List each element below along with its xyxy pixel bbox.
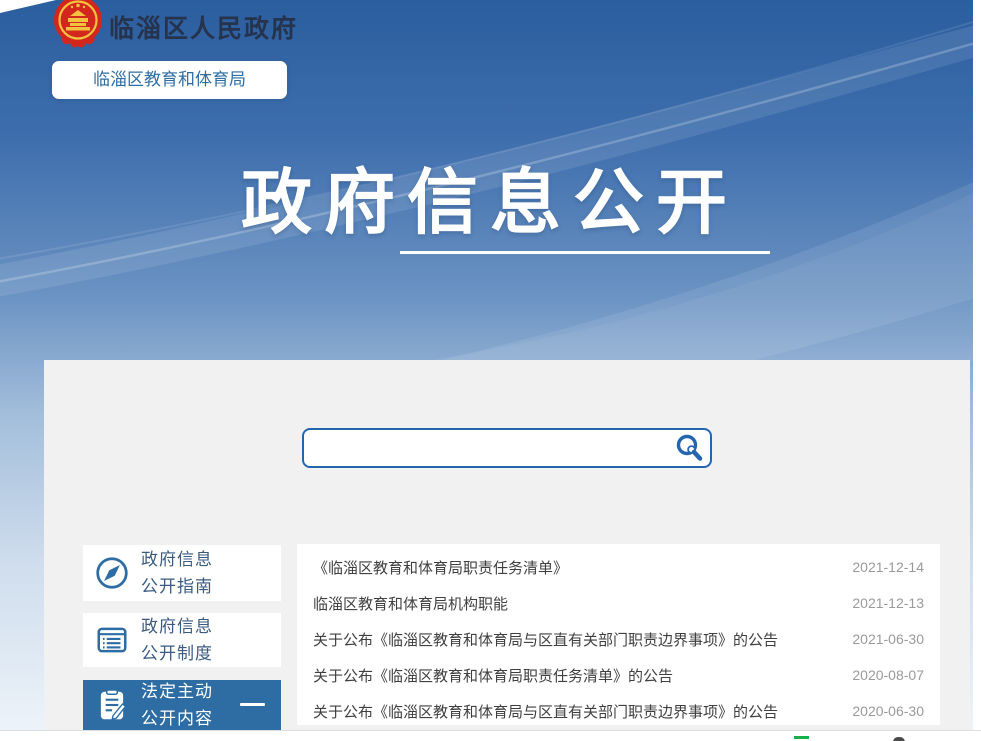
site-name: 临淄区人民政府: [109, 9, 298, 45]
list-item[interactable]: 临淄区教育和体育局机构职能 2021-12-13: [297, 585, 940, 621]
article-date: 2021-12-13: [852, 595, 924, 611]
article-date: 2021-06-30: [852, 631, 924, 647]
article-date: 2021-12-14: [852, 559, 924, 575]
article-link[interactable]: 关于公布《临淄区教育和体育局与区直有关部门职责边界事项》的公告: [313, 701, 840, 722]
sidebar-label-line: 政府信息: [141, 613, 213, 640]
banner-title: 政府信息公开: [180, 146, 800, 248]
list-item[interactable]: 关于公布《临淄区教育和体育局职责任务清单》的公告 2020-08-07: [297, 657, 940, 693]
banner-decoration: [0, 0, 56, 13]
search-input[interactable]: [314, 432, 664, 464]
sidebar-label-line: 公开内容: [141, 705, 213, 732]
page-right-gutter: [973, 0, 981, 741]
sidebar-item-statutory-disclosure[interactable]: 法定主动 公开内容: [83, 680, 281, 730]
site-logo-link[interactable]: 临淄区人民政府: [53, 0, 353, 52]
sidebar-label-line: 公开指南: [141, 573, 213, 600]
article-link[interactable]: 关于公布《临淄区教育和体育局职责任务清单》的公告: [313, 665, 840, 686]
national-emblem-icon: [53, 0, 103, 51]
article-link[interactable]: 《临淄区教育和体育局职责任务清单》: [313, 557, 840, 578]
list-item[interactable]: 关于公布《临淄区教育和体育局与区直有关部门职责边界事项》的公告 2021-06-…: [297, 621, 940, 657]
next-section-strip: [0, 730, 981, 741]
partial-dark-icon: [893, 737, 905, 741]
sidebar-item-gov-info-guide[interactable]: 政府信息 公开指南: [83, 545, 281, 601]
department-button[interactable]: 临淄区教育和体育局: [52, 61, 287, 99]
sidebar-label-line: 公开制度: [141, 640, 213, 667]
article-date: 2020-06-30: [852, 703, 924, 719]
search-button[interactable]: [672, 433, 706, 463]
article-list: 《临淄区教育和体育局职责任务清单》 2021-12-14 临淄区教育和体育局机构…: [297, 544, 940, 725]
document-rules-icon: [83, 622, 141, 658]
sidebar-label-line: 法定主动: [141, 678, 213, 705]
sidebar-item-gov-info-rules[interactable]: 政府信息 公开制度: [83, 613, 281, 667]
article-date: 2020-08-07: [852, 667, 924, 683]
page: 临淄区人民政府 临淄区教育和体育局 政府信息公开 政府信息 公开指南: [0, 0, 981, 741]
compass-icon: [83, 555, 141, 591]
search-icon: [674, 433, 704, 461]
partial-green-icon: [794, 736, 809, 739]
sidebar-label-line: 政府信息: [141, 546, 213, 573]
minus-icon[interactable]: [240, 703, 265, 706]
clipboard-pen-icon: [83, 687, 141, 723]
search-bar: [302, 428, 712, 468]
article-link[interactable]: 临淄区教育和体育局机构职能: [313, 593, 840, 614]
article-link[interactable]: 关于公布《临淄区教育和体育局与区直有关部门职责边界事项》的公告: [313, 629, 840, 650]
banner-title-underline: [400, 251, 770, 254]
list-item[interactable]: 关于公布《临淄区教育和体育局与区直有关部门职责边界事项》的公告 2020-06-…: [297, 693, 940, 725]
list-item[interactable]: 《临淄区教育和体育局职责任务清单》 2021-12-14: [297, 549, 940, 585]
